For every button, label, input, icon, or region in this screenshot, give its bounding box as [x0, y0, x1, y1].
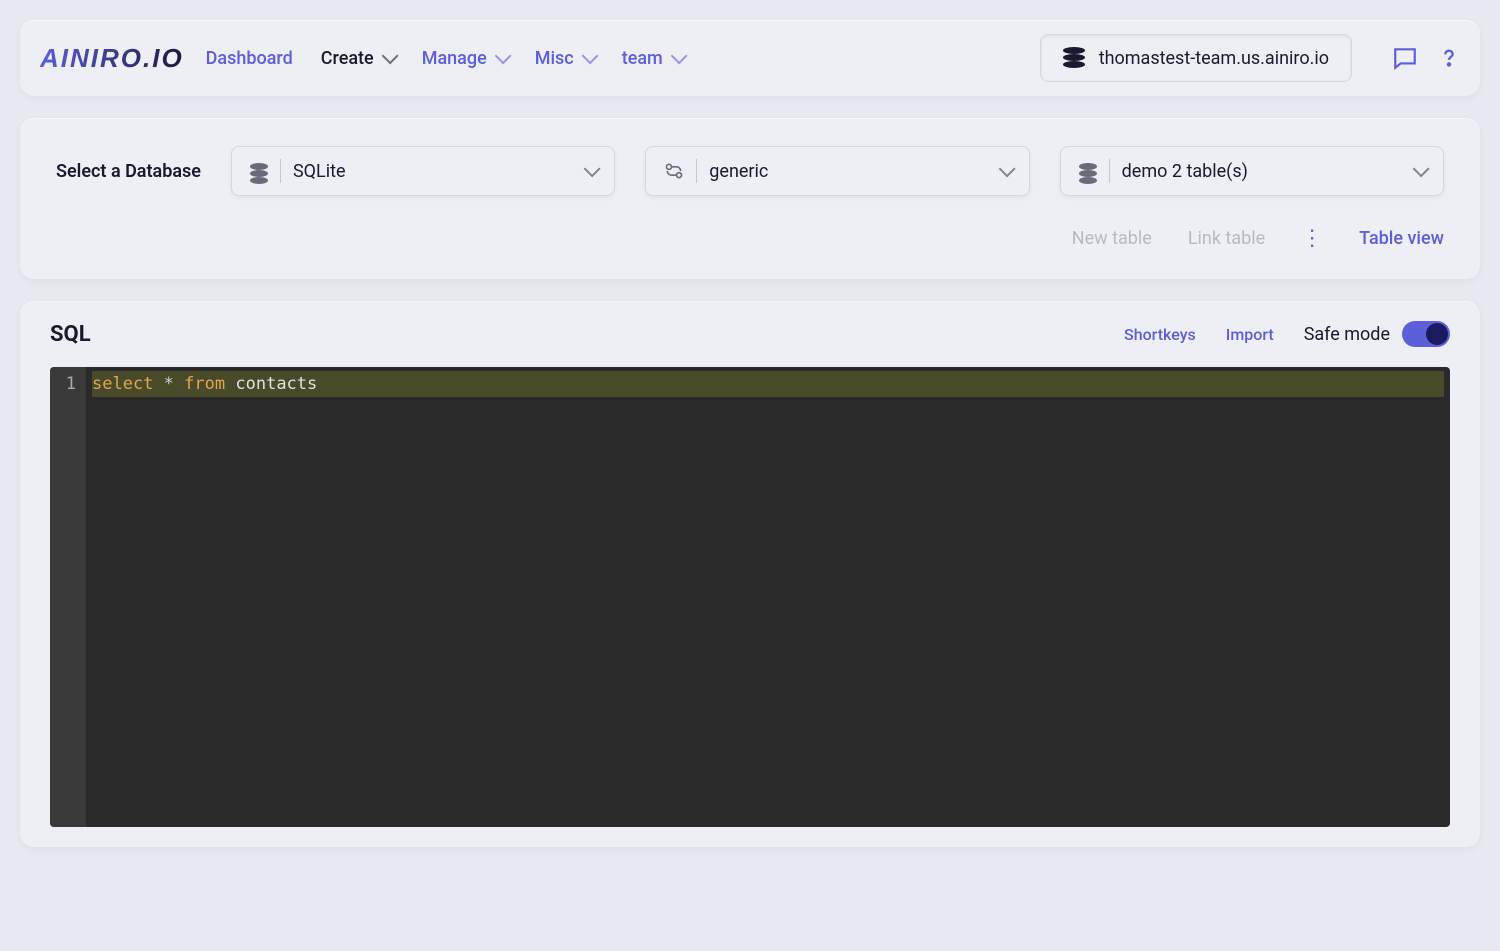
server-indicator[interactable]: thomastest-team.us.ainiro.io — [1040, 34, 1352, 82]
chevron-down-icon — [998, 160, 1015, 177]
nav-team[interactable]: team — [622, 48, 683, 69]
nav-create[interactable]: Create — [321, 48, 394, 69]
shortkeys-button[interactable]: Shortkeys — [1124, 325, 1196, 344]
database-icon — [250, 163, 268, 179]
select-value: SQLite — [293, 161, 572, 182]
separator — [280, 159, 281, 183]
chevron-down-icon — [670, 47, 687, 64]
line-number: 1 — [60, 371, 76, 397]
keyword: from — [184, 374, 225, 394]
sql-panel: SQL Shortkeys Import Safe mode 1 select … — [20, 301, 1480, 847]
line-gutter: 1 — [50, 367, 86, 827]
sql-links: Shortkeys Import Safe mode — [1124, 321, 1450, 347]
header-actions — [1392, 44, 1460, 72]
operator: * — [164, 374, 174, 394]
app-header: AINIRO.IO Dashboard Create Manage Misc t… — [20, 20, 1480, 96]
safe-mode-toggle[interactable] — [1402, 321, 1450, 347]
chevron-down-icon — [381, 47, 398, 64]
chevron-down-icon — [581, 47, 598, 64]
nav-label: team — [622, 48, 663, 69]
code-area[interactable]: select * from contacts — [86, 367, 1450, 827]
help-icon[interactable] — [1438, 44, 1460, 72]
chevron-down-icon — [584, 160, 601, 177]
sql-title: SQL — [50, 322, 1124, 347]
keyword: select — [92, 374, 153, 394]
more-menu-icon[interactable]: ⋮ — [1301, 226, 1323, 251]
select-database[interactable]: demo 2 table(s) — [1060, 146, 1444, 196]
nav-label: Manage — [422, 48, 487, 69]
link-table-button[interactable]: Link table — [1188, 228, 1265, 249]
separator — [696, 159, 697, 183]
sql-editor[interactable]: 1 select * from contacts — [50, 367, 1450, 827]
identifier: contacts — [235, 374, 317, 394]
new-table-button[interactable]: New table — [1072, 228, 1152, 249]
database-label: Select a Database — [56, 161, 201, 182]
chevron-down-icon — [1413, 160, 1430, 177]
flow-icon — [664, 161, 684, 181]
main-nav: Dashboard Create Manage Misc team — [206, 48, 1018, 69]
select-engine[interactable]: SQLite — [231, 146, 615, 196]
nav-manage[interactable]: Manage — [422, 48, 507, 69]
nav-label: Dashboard — [206, 48, 293, 69]
nav-label: Misc — [535, 48, 574, 69]
database-icon — [1079, 163, 1097, 179]
nav-dashboard[interactable]: Dashboard — [206, 48, 293, 69]
toggle-knob — [1426, 323, 1448, 345]
select-value: generic — [709, 161, 986, 182]
database-panel: Select a Database SQLite generic demo 2 … — [20, 118, 1480, 279]
import-button[interactable]: Import — [1226, 325, 1274, 344]
chevron-down-icon — [494, 47, 511, 64]
separator — [1109, 159, 1110, 183]
chat-icon[interactable] — [1392, 45, 1418, 71]
database-icon — [1063, 47, 1085, 69]
select-connection[interactable]: generic — [645, 146, 1029, 196]
table-view-button[interactable]: Table view — [1359, 228, 1444, 249]
safe-mode-label: Safe mode — [1304, 324, 1390, 345]
database-select-row: Select a Database SQLite generic demo 2 … — [56, 146, 1444, 196]
logo: AINIRO.IO — [40, 43, 184, 74]
safe-mode-toggle-wrap: Safe mode — [1304, 321, 1450, 347]
select-value: demo 2 table(s) — [1122, 161, 1401, 182]
sql-header: SQL Shortkeys Import Safe mode — [50, 321, 1450, 347]
table-actions: New table Link table ⋮ Table view — [56, 226, 1444, 251]
code-line: select * from contacts — [92, 371, 1444, 397]
server-host: thomastest-team.us.ainiro.io — [1099, 48, 1329, 69]
nav-misc[interactable]: Misc — [535, 48, 594, 69]
nav-label: Create — [321, 48, 374, 69]
